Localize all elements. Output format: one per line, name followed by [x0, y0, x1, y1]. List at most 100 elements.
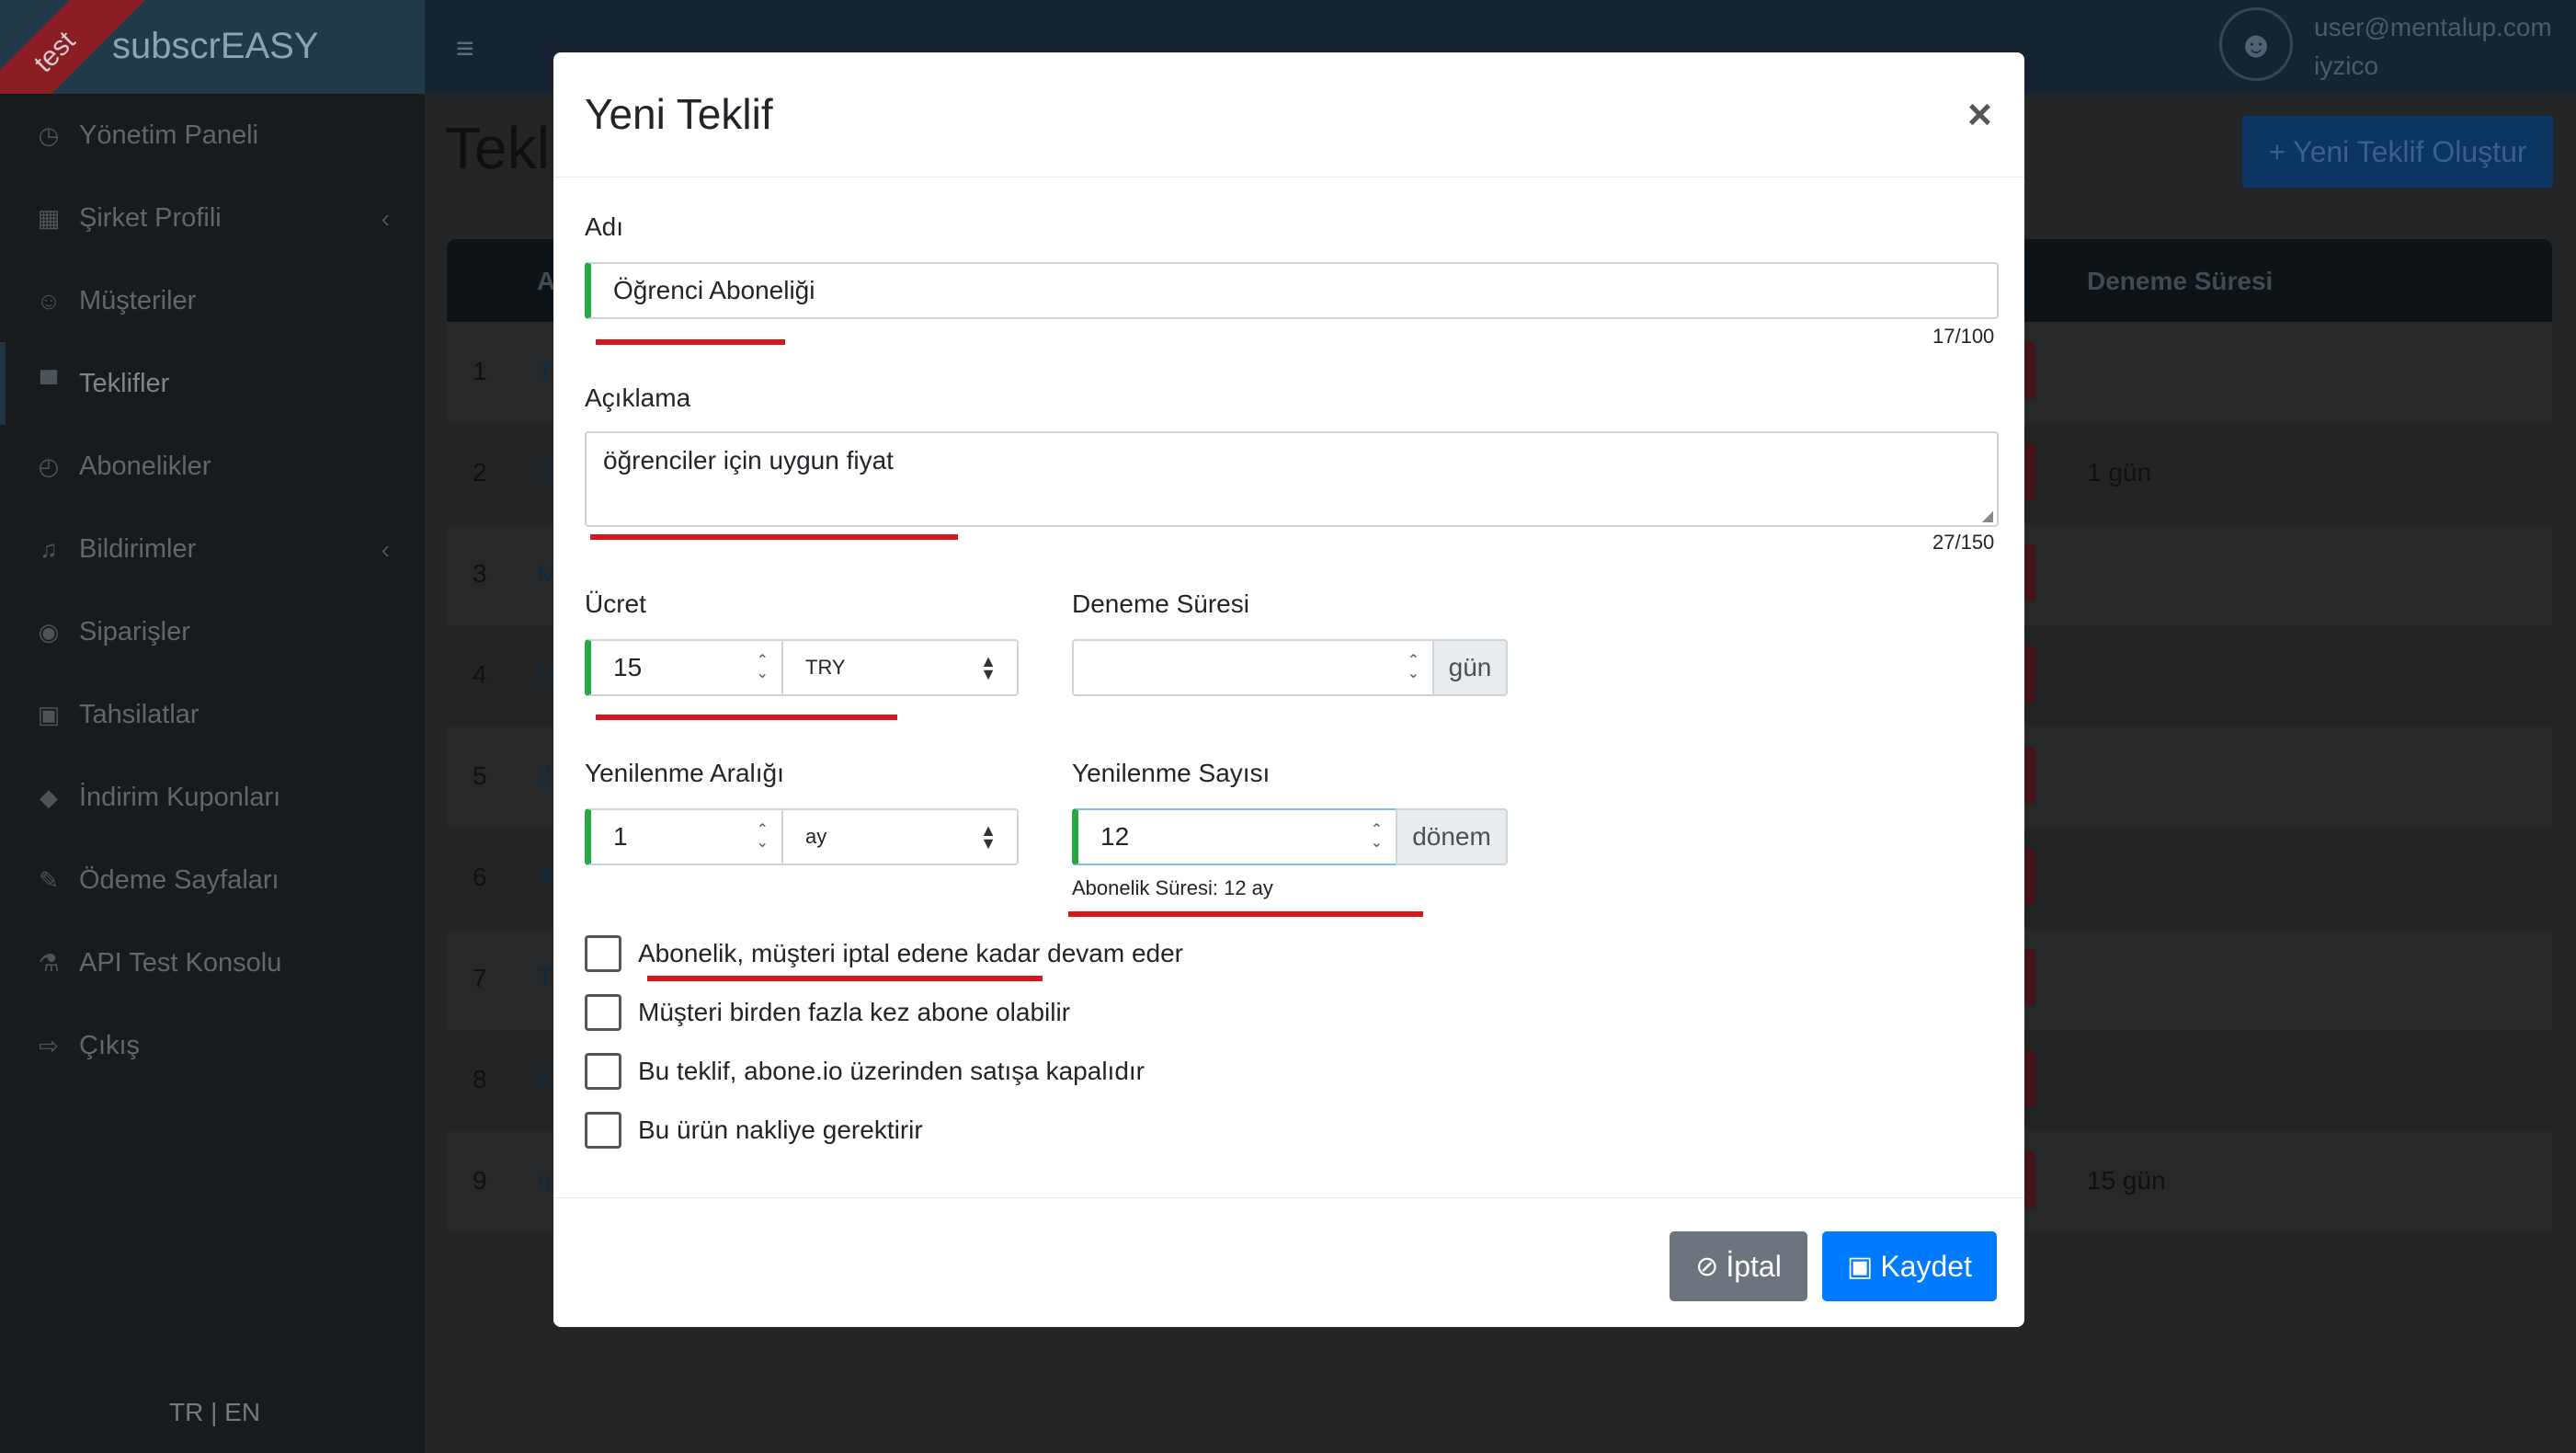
renewal-count-unit-addon: dönem: [1396, 808, 1508, 865]
subscription-duration-help: Abonelik Süresi: 12 ay: [1072, 876, 1273, 899]
sidebar-item-label: Şirket Profili: [79, 202, 222, 233]
offer-name-link[interactable]: 2: [537, 761, 552, 791]
language-switch[interactable]: TR | EN: [169, 1398, 260, 1427]
brand-logo[interactable]: subscrEASY: [112, 26, 319, 67]
checkbox-row-until-cancel[interactable]: Abonelik, müşteri iptal edene kadar deva…: [585, 935, 1183, 972]
plus-icon: +: [2268, 134, 2286, 168]
sidebar-item[interactable]: ✎ Ödeme Sayfaları: [0, 839, 425, 921]
sidebar-item-label: Siparişler: [79, 616, 190, 646]
flask-icon: ⚗: [38, 949, 60, 977]
renewal-count-value: 12: [1100, 822, 1130, 851]
sidebar-item-label: Teklifler: [79, 368, 170, 398]
user-avatar[interactable]: ☻: [2219, 7, 2293, 81]
trial-label: Deneme Süresi: [1072, 589, 1249, 618]
sidebar-item-label: API Test Konsolu: [79, 947, 282, 978]
sidebar-item[interactable]: ▀ Teklifler: [0, 342, 425, 425]
chevron-left-icon: ‹: [381, 535, 390, 564]
save-button[interactable]: ▣ Kaydet: [1822, 1231, 1997, 1301]
interval-input[interactable]: 1 ⌃ ⌄: [585, 808, 783, 865]
sidebar-item-label: Yönetim Paneli: [79, 120, 259, 150]
row-number: 3: [473, 559, 487, 588]
renewal-count-input[interactable]: 12 ⌃ ⌄: [1072, 808, 1397, 865]
name-char-counter: 17/100: [1932, 325, 1995, 348]
sidebar-item[interactable]: ⇨ Çıkış: [0, 1004, 425, 1087]
description-value: öğrenciler için uygun fiyat: [603, 446, 894, 475]
menu-toggle-icon[interactable]: ≡: [456, 31, 474, 67]
annotation-underline: [596, 339, 785, 345]
renewal-count-spinner-icon[interactable]: ⌃ ⌄: [1371, 823, 1383, 851]
sidebar-item[interactable]: ◉ Siparişler: [0, 590, 425, 673]
closed-for-sale-label[interactable]: Bu teklif, abone.io üzerinden satışa kap…: [638, 1057, 1145, 1086]
multiple-subscription-label[interactable]: Müşteri birden fazla kez abone olabilir: [638, 998, 1070, 1027]
annotation-underline: [596, 715, 897, 720]
interval-spinner-icon[interactable]: ⌃ ⌄: [757, 823, 769, 851]
save-button-label: Kaydet: [1880, 1249, 1972, 1283]
sidebar-nav: ◷ Yönetim Paneli ▦ Şirket Profili ‹ ☺ Müşteril…: [0, 94, 425, 1087]
until-cancel-checkbox[interactable]: [585, 935, 621, 972]
wand-icon: ✎: [39, 866, 59, 894]
checkbox-row-shipping[interactable]: Bu ürün nakliye gerektirir: [585, 1112, 923, 1149]
cancel-button-label: İptal: [1726, 1249, 1782, 1283]
renewal-count-label: Yenilenme Sayısı: [1072, 759, 1271, 787]
multiple-subscription-checkbox[interactable]: [585, 994, 621, 1031]
user-company: iyzico: [2314, 51, 2379, 80]
sidebar-item[interactable]: ⚗ API Test Konsolu: [0, 921, 425, 1004]
cancel-button[interactable]: ⊘ İptal: [1670, 1231, 1807, 1301]
annotation-underline: [1068, 911, 1423, 917]
sidebar-item-label: Bildirimler: [79, 533, 197, 564]
sidebar-item-label: Tahsilatlar: [79, 699, 199, 729]
modal-footer: ⊘ İptal ▣ Kaydet: [553, 1197, 2024, 1327]
checkbox-row-multiple[interactable]: Müşteri birden fazla kez abone olabilir: [585, 994, 1070, 1031]
currency-select[interactable]: TRY ▲ ▼: [781, 639, 1019, 696]
sidebar-item[interactable]: ♫ Bildirimler ‹: [0, 508, 425, 590]
description-char-counter: 27/150: [1932, 531, 1995, 554]
interval-value: 1: [613, 822, 628, 851]
sidebar-item[interactable]: ◴ Abonelikler: [0, 425, 425, 508]
money-icon: ▣: [37, 701, 61, 728]
price-input[interactable]: 15 ⌃ ⌄: [585, 639, 783, 696]
trial-spinner-icon[interactable]: ⌃ ⌄: [1408, 654, 1419, 681]
closed-for-sale-checkbox[interactable]: [585, 1053, 621, 1090]
resize-handle-icon[interactable]: ◢: [1982, 507, 1993, 525]
row-trial-period: 1 gün: [2087, 458, 2152, 486]
sidebar-item[interactable]: ▦ Şirket Profili ‹: [0, 177, 425, 259]
annotation-underline: [590, 534, 958, 540]
sidebar-item[interactable]: ◷ Yönetim Paneli: [0, 94, 425, 177]
offer-name-link[interactable]: n: [537, 1166, 552, 1196]
price-spinner-icon[interactable]: ⌃ ⌄: [757, 654, 769, 681]
user-email[interactable]: user@mentalup.com: [2314, 13, 2552, 42]
checkbox-row-closed-sale[interactable]: Bu teklif, abone.io üzerinden satışa kap…: [585, 1053, 1145, 1090]
sidebar-item-label: Ödeme Sayfaları: [79, 864, 279, 895]
requires-shipping-label[interactable]: Bu ürün nakliye gerektirir: [638, 1115, 923, 1145]
dashboard-icon: ◷: [38, 121, 60, 149]
offer-name-link[interactable]: T: [537, 964, 553, 993]
brand-bar: test subscrEASY: [0, 0, 425, 94]
price-value: 15: [613, 653, 643, 681]
description-textarea[interactable]: öğrenciler için uygun fiyat ◢: [585, 431, 1999, 527]
offer-name-link[interactable]: 4: [537, 863, 552, 892]
trial-input[interactable]: ⌃ ⌄: [1072, 639, 1434, 696]
floppy-disk-icon: ▣: [1847, 1251, 1874, 1282]
offer-name-link[interactable]: T: [537, 357, 553, 386]
column-header-trial: Deneme Süresi: [2087, 267, 2274, 295]
offer-name-link[interactable]: T: [537, 458, 553, 487]
new-offer-button[interactable]: + Yeni Teklif Oluştur: [2242, 116, 2553, 188]
sidebar-item[interactable]: ▣ Tahsilatlar: [0, 673, 425, 756]
modal-header: Yeni Teklif ×: [553, 52, 2024, 177]
building-icon: ▦: [37, 204, 61, 232]
row-number: 9: [473, 1166, 487, 1195]
offer-name-link[interactable]: K: [537, 1065, 554, 1094]
name-input[interactable]: Öğrenci Aboneliği: [585, 262, 1999, 319]
requires-shipping-checkbox[interactable]: [585, 1112, 621, 1149]
modal-title: Yeni Teklif: [585, 90, 773, 138]
sidebar-item[interactable]: ◆ İndirim Kuponları: [0, 756, 425, 839]
sidebar-item[interactable]: ☺ Müşteriler: [0, 259, 425, 342]
smile-icon: ☺: [36, 287, 62, 315]
row-number: 7: [473, 964, 487, 992]
until-cancel-label[interactable]: Abonelik, müşteri iptal edene kadar deva…: [638, 939, 1183, 968]
row-number: 6: [473, 863, 487, 891]
interval-unit-select[interactable]: ay ▲ ▼: [781, 808, 1019, 865]
order-icon: ◉: [38, 618, 60, 646]
new-offer-button-label: Yeni Teklif Oluştur: [2293, 134, 2527, 168]
close-icon[interactable]: ×: [1967, 89, 1992, 139]
